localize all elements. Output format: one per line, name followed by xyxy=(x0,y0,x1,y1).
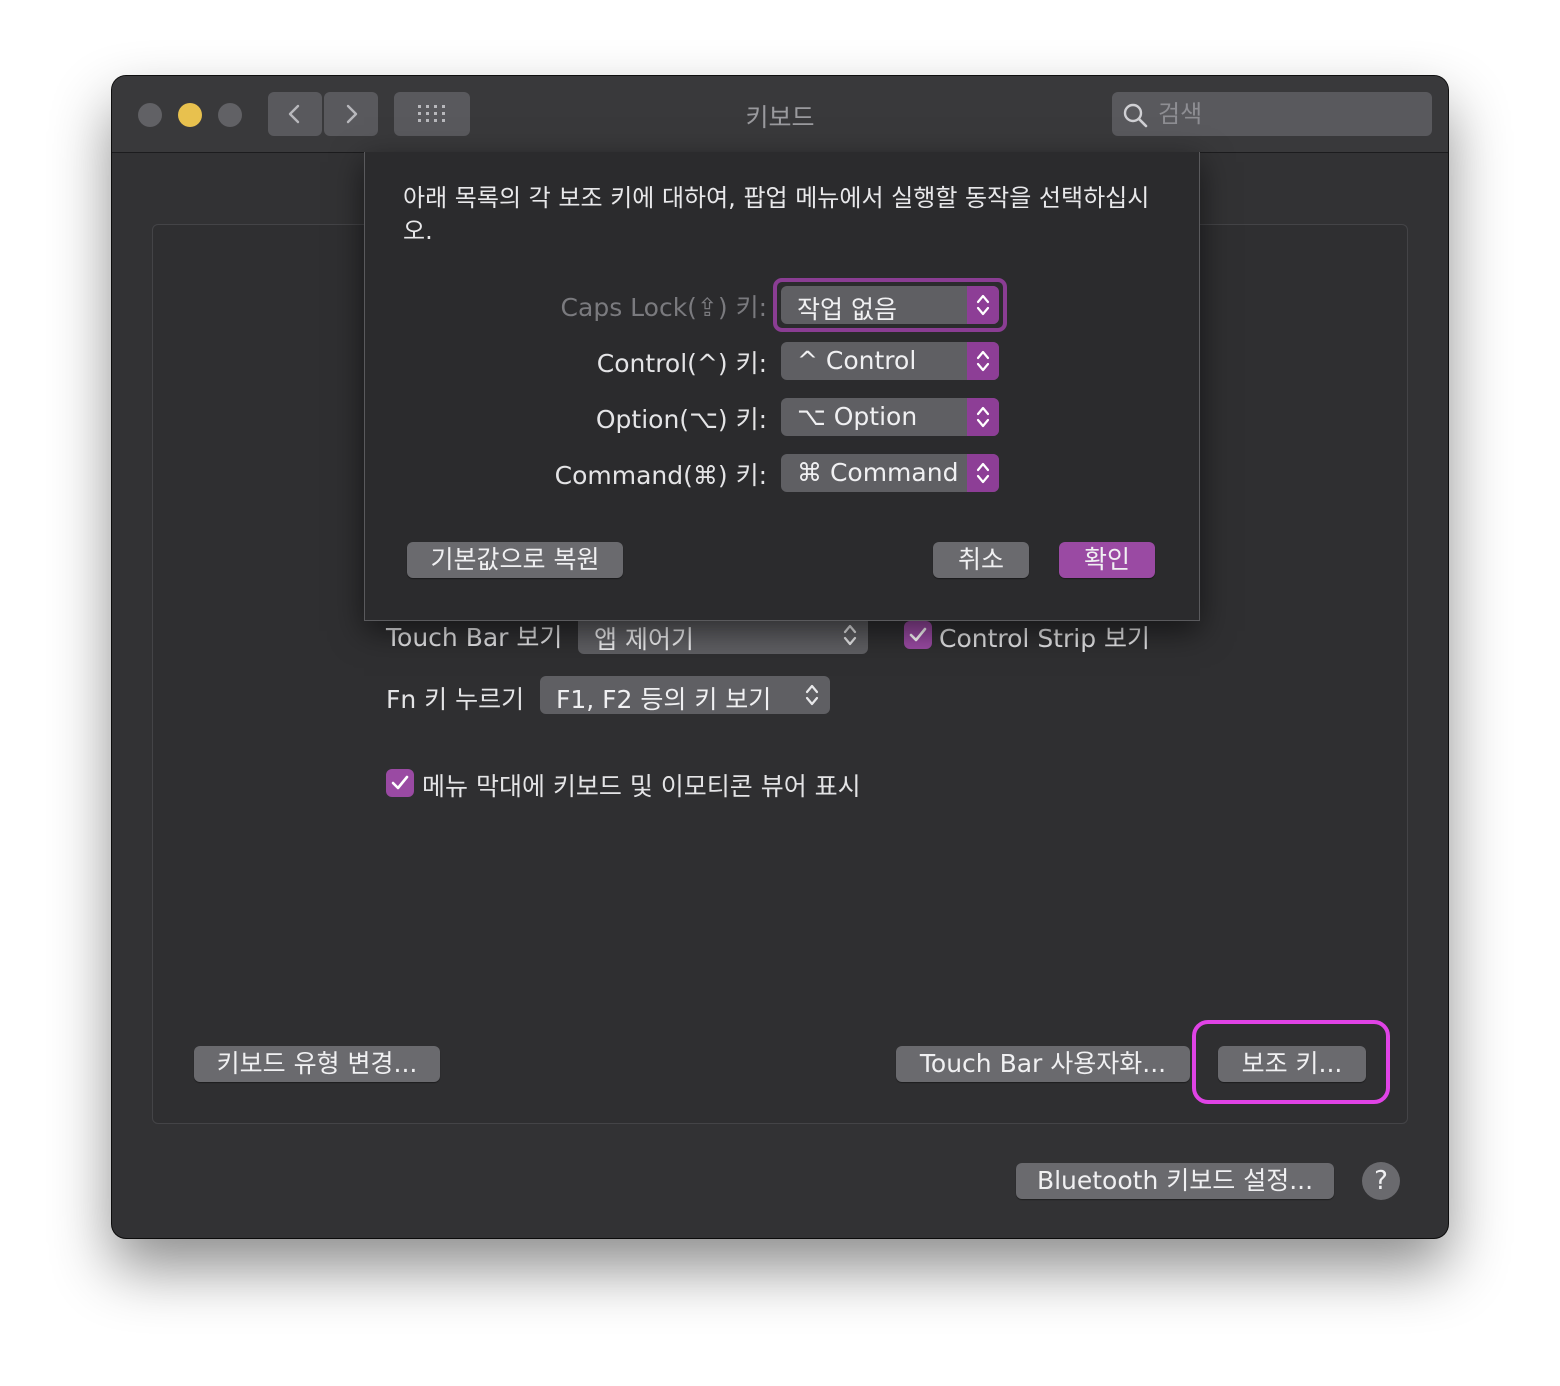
command-key-popup[interactable]: ⌘ Command xyxy=(781,454,999,492)
sheet-description: 아래 목록의 각 보조 키에 대하여, 팝업 메뉴에서 실행할 동작을 선택하십… xyxy=(403,184,1150,245)
control-key-label: Control(^) 키: xyxy=(596,349,767,378)
modifier-keys-highlight xyxy=(1192,1020,1390,1104)
help-button[interactable]: ? xyxy=(1362,1162,1400,1200)
modifier-keys-sheet: 아래 목록의 각 보조 키에 대하여, 팝업 메뉴에서 실행할 동작을 선택하십… xyxy=(364,152,1200,621)
caps-lock-popup[interactable]: 작업 없음 xyxy=(781,286,999,324)
option-key-label: Option(⌥) 키: xyxy=(595,405,767,434)
checkmark-icon xyxy=(391,775,409,790)
ok-button[interactable]: 확인 xyxy=(1059,542,1155,578)
cancel-button[interactable]: 취소 xyxy=(933,542,1029,578)
option-key-popup-value: ⌥ Option xyxy=(797,402,918,431)
control-strip-label: Control Strip 보기 xyxy=(939,624,1151,653)
restore-defaults-button[interactable]: 기본값으로 복원 xyxy=(407,542,623,578)
customize-touchbar-button[interactable]: Touch Bar 사용자화... xyxy=(896,1046,1190,1082)
caps-lock-popup-value: 작업 없음 xyxy=(797,295,897,324)
control-key-popup-value: ^ Control xyxy=(797,346,917,375)
search-field[interactable] xyxy=(1112,92,1432,136)
control-strip-checkbox[interactable] xyxy=(904,621,932,649)
up-down-arrows-icon xyxy=(976,294,990,316)
fn-key-label: Fn 키 누르기 xyxy=(386,685,525,714)
fn-key-popup-value: F1, F2 등의 키 보기 xyxy=(556,685,772,714)
option-key-popup[interactable]: ⌥ Option xyxy=(781,398,999,436)
search-input[interactable] xyxy=(1156,94,1420,134)
up-down-arrows-icon xyxy=(843,624,857,646)
up-down-arrows-icon xyxy=(976,350,990,372)
checkmark-icon xyxy=(909,627,927,642)
up-down-arrows-icon xyxy=(805,684,819,706)
emoji-viewer-label: 메뉴 막대에 키보드 및 이모티콘 뷰어 표시 xyxy=(422,772,861,801)
up-down-arrows-icon xyxy=(976,462,990,484)
up-down-arrows-icon xyxy=(976,406,990,428)
touchbar-popup[interactable]: 앱 제어기 xyxy=(578,616,868,654)
caps-lock-label: Caps Lock(⇪) 키: xyxy=(560,293,767,322)
title-bar: 키보드 xyxy=(112,76,1448,153)
bluetooth-keyboard-setup-button[interactable]: Bluetooth 키보드 설정... xyxy=(1016,1163,1334,1199)
touchbar-label: Touch Bar 보기 xyxy=(386,623,563,652)
command-key-label: Command(⌘) 키: xyxy=(554,461,767,490)
emoji-viewer-checkbox[interactable] xyxy=(386,769,414,797)
fn-key-popup[interactable]: F1, F2 등의 키 보기 xyxy=(540,676,830,714)
control-key-popup[interactable]: ^ Control xyxy=(781,342,999,380)
command-key-popup-value: ⌘ Command xyxy=(797,458,959,487)
system-preferences-window: 키보드 Touch Bar 보기 앱 제어기 Control Strip 보기 … xyxy=(112,76,1448,1238)
search-icon xyxy=(1123,103,1148,128)
change-keyboard-type-button[interactable]: 키보드 유형 변경... xyxy=(194,1046,440,1082)
touchbar-popup-value: 앱 제어기 xyxy=(594,625,694,654)
